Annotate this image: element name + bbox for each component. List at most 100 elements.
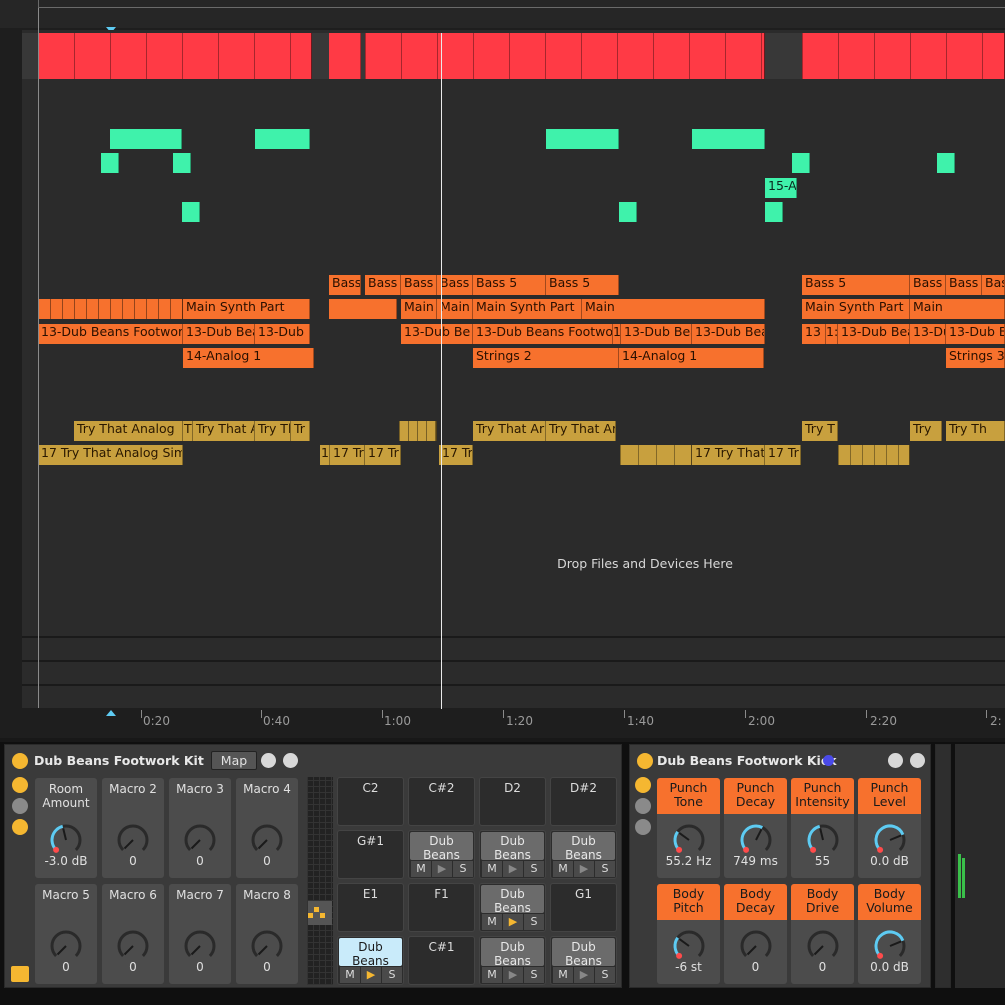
clip-try[interactable]: Try That Analog — [74, 421, 183, 441]
pad-play-button[interactable]: ▶ — [432, 861, 452, 877]
clip-17-try[interactable]: 17 Tr — [765, 445, 801, 465]
param-3[interactable]: Punch Intensity 55 — [791, 778, 854, 878]
clip-dub-beans[interactable]: 13-Dub Bea — [255, 324, 310, 344]
macro-4[interactable]: Macro 4 0 — [236, 778, 298, 878]
clip-strings[interactable]: Strings 2 — [473, 348, 619, 368]
macro-7[interactable]: Macro 7 0 — [169, 884, 231, 984]
loop-bar[interactable] — [38, 0, 1005, 8]
clip-bass[interactable]: Bass 5 — [473, 275, 546, 295]
timeline-ruler[interactable]: 0:20 0:40 1:00 1:20 1:40 2:00 2:20 2: — [22, 710, 1005, 738]
pad-mute-button[interactable]: M — [553, 861, 573, 877]
clip-mint[interactable] — [546, 129, 619, 149]
clip-try[interactable] — [399, 421, 437, 441]
macro-6[interactable]: Macro 6 0 — [102, 884, 164, 984]
param-5[interactable]: Body Pitch -6 st — [657, 884, 720, 984]
clip-dub-beans[interactable]: 13 — [802, 324, 826, 344]
clip-synth[interactable]: Main — [401, 299, 437, 319]
clip-try[interactable]: Try Th — [255, 421, 291, 441]
clip-mint[interactable] — [173, 153, 191, 173]
clip-17-try[interactable]: 17 Try That Analog Sim — [38, 445, 183, 465]
clip-mint[interactable] — [765, 202, 783, 222]
drum-pad[interactable]: Dub Beans M ▶ S — [550, 830, 617, 879]
param-4[interactable]: Punch Level 0.0 dB — [858, 778, 921, 878]
clip-mint[interactable] — [792, 153, 810, 173]
clip-dub-beans[interactable]: 1 — [613, 324, 621, 344]
show-macros-icon[interactable] — [12, 777, 28, 793]
macro-3[interactable]: Macro 3 0 — [169, 778, 231, 878]
expand-icon[interactable] — [11, 966, 29, 982]
clip-dub-beans[interactable]: 1: — [826, 324, 838, 344]
playhead[interactable] — [441, 33, 442, 709]
clip-try[interactable]: Try — [910, 421, 942, 441]
pad-solo-button[interactable]: S — [382, 967, 402, 983]
clip-17-try[interactable] — [838, 445, 910, 465]
param-6[interactable]: Body Decay 0 — [724, 884, 787, 984]
param-1[interactable]: Punch Tone 55.2 Hz — [657, 778, 720, 878]
clip-17-try[interactable] — [620, 445, 692, 465]
drum-pad[interactable]: C#1 — [408, 936, 475, 985]
chain-list-icon[interactable] — [12, 798, 28, 814]
clip-try[interactable]: Try Th — [946, 421, 1005, 441]
chain-list-icon[interactable] — [635, 798, 651, 814]
pad-overview[interactable] — [307, 777, 333, 985]
pad-solo-button[interactable]: S — [453, 861, 473, 877]
clip-dub-beans[interactable]: 13-Dub Bea — [692, 324, 765, 344]
clip-synth[interactable] — [38, 299, 183, 319]
clip-synth[interactable]: Main — [582, 299, 765, 319]
clip-17-try[interactable]: 17 Try That — [692, 445, 765, 465]
save-preset-icon[interactable] — [283, 753, 298, 768]
clip-mint[interactable] — [101, 153, 119, 173]
clip-dub-beans[interactable]: 13-Dub Beans Footwo — [473, 324, 613, 344]
clip-try[interactable]: Try That Ar — [546, 421, 616, 441]
clip-red[interactable] — [38, 33, 312, 79]
clip-dub-beans[interactable]: 13-Dub Bea — [183, 324, 255, 344]
clip-red[interactable] — [802, 33, 1005, 79]
clip-bass[interactable]: Bass — [365, 275, 401, 295]
show-macros-icon[interactable] — [635, 777, 651, 793]
drum-pad[interactable]: Dub Beans M ▶ S — [550, 936, 617, 985]
pad-play-button[interactable]: ▶ — [574, 861, 594, 877]
clip-try[interactable]: Try That Ar — [473, 421, 546, 441]
pad-solo-button[interactable]: S — [524, 967, 544, 983]
clip-synth[interactable]: Main Synth Part — [183, 299, 310, 319]
macro-1[interactable]: Room Amount -3.0 dB — [35, 778, 97, 878]
clip-17-try[interactable]: 17 Tr — [365, 445, 401, 465]
clip-bass[interactable]: Bass — [946, 275, 982, 295]
pad-mute-button[interactable]: M — [340, 967, 360, 983]
param-7[interactable]: Body Drive 0 — [791, 884, 854, 984]
clip-bass[interactable]: Bass 5 — [910, 275, 946, 295]
clip-bass[interactable]: Bas — [982, 275, 1005, 295]
param-8[interactable]: Body Volume 0.0 dB — [858, 884, 921, 984]
macro-5[interactable]: Macro 5 0 — [35, 884, 97, 984]
clip-try[interactable]: Tr — [291, 421, 310, 441]
clip-synth[interactable]: Main Synth Part — [473, 299, 582, 319]
pad-mute-button[interactable]: M — [411, 861, 431, 877]
pad-play-button[interactable]: ▶ — [361, 967, 381, 983]
pad-solo-button[interactable]: S — [595, 967, 615, 983]
drum-pad[interactable]: Dub Beans M ▶ S — [479, 883, 546, 932]
clip-red[interactable] — [365, 33, 765, 79]
hotswap-icon[interactable] — [261, 753, 276, 768]
param-2[interactable]: Punch Decay 749 ms — [724, 778, 787, 878]
pad-mute-button[interactable]: M — [553, 967, 573, 983]
hotswap-icon[interactable] — [888, 753, 903, 768]
clip-dub-beans[interactable]: 13-Dub Beans Footwor — [38, 324, 183, 344]
clip-bass[interactable]: Bass — [329, 275, 361, 295]
pad-play-button[interactable]: ▶ — [503, 914, 523, 930]
save-preset-icon[interactable] — [910, 753, 925, 768]
clip-dub-beans[interactable]: 13-Dub Be — [401, 324, 473, 344]
clip-synth[interactable]: Main — [910, 299, 1005, 319]
clip-mint[interactable] — [619, 202, 637, 222]
clip-17-try[interactable]: 17 Tr — [330, 445, 365, 465]
playhead-marker-icon[interactable] — [106, 710, 116, 716]
drum-pad[interactable]: Dub Beans M ▶ S — [479, 830, 546, 879]
clip-bass[interactable]: Bass 5 — [546, 275, 619, 295]
clip-dub-beans[interactable]: 13-Dub Bea — [838, 324, 910, 344]
drum-pad[interactable]: Dub Beans M ▶ S — [479, 936, 546, 985]
clip-17-try[interactable]: 1 — [320, 445, 330, 465]
pad-play-button[interactable]: ▶ — [574, 967, 594, 983]
clip-bass[interactable]: Bass — [437, 275, 473, 295]
drum-pad[interactable]: F1 — [408, 883, 475, 932]
pad-solo-button[interactable]: S — [595, 861, 615, 877]
pad-solo-button[interactable]: S — [524, 861, 544, 877]
